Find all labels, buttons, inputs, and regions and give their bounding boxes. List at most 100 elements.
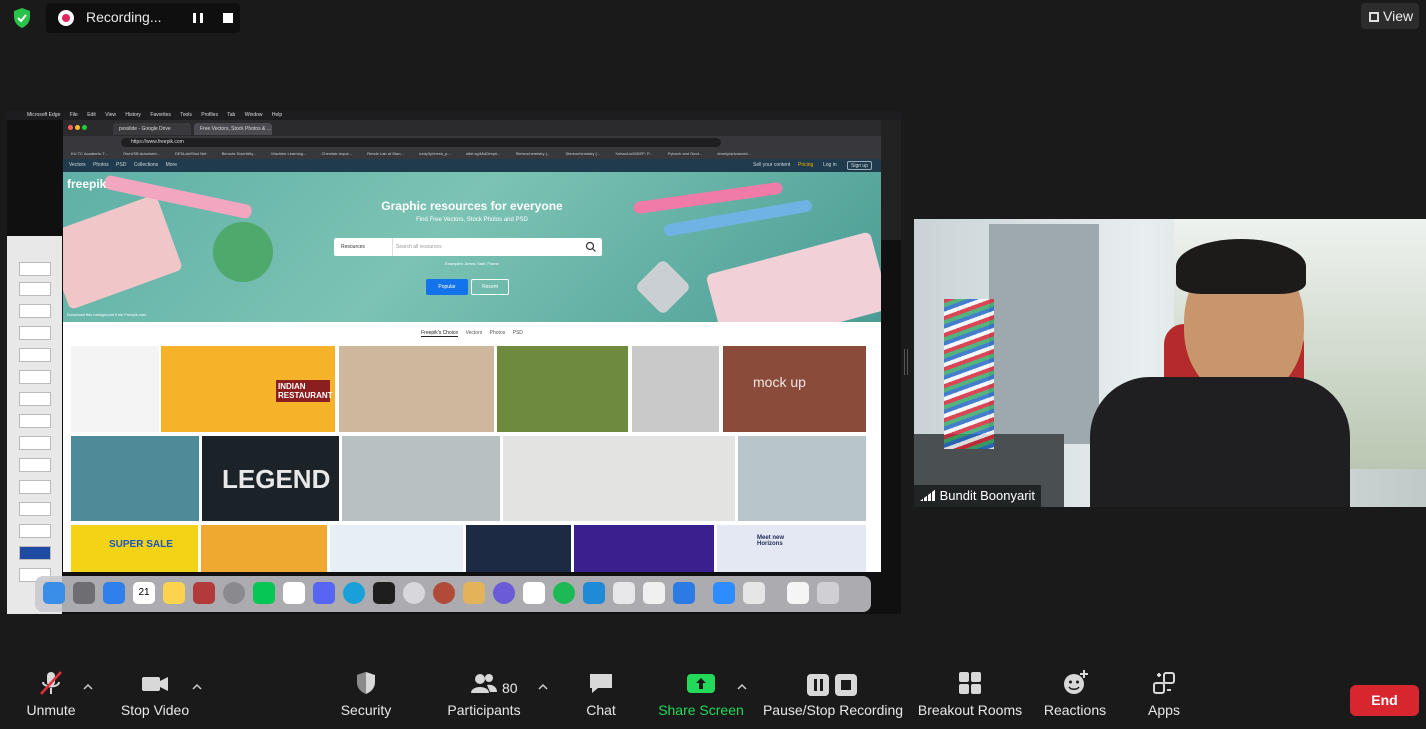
nav-psd[interactable]: PSD [116,162,126,168]
image-tile[interactable] [632,346,719,432]
apps-button[interactable]: Apps [1140,668,1188,718]
security-shield-icon[interactable] [10,6,34,30]
app-icon[interactable] [463,582,485,604]
image-tile[interactable] [574,525,714,572]
image-tile[interactable] [738,436,866,521]
recent-button[interactable]: Recent [471,279,509,295]
bookmark[interactable]: runty3y/mesh_p... [419,151,451,156]
slack-icon[interactable] [283,582,305,604]
image-tile[interactable] [466,525,571,572]
share-screen-button[interactable]: Share Screen [655,668,747,718]
calendar-icon[interactable]: 21 [133,582,155,604]
browser-tab[interactable]: pvsslide - Google Drive [113,123,191,135]
bookmark[interactable]: donnly/advanced... [717,151,751,156]
bookmark[interactable]: KU TC Academic T... [71,151,108,156]
bookmark[interactable]: Stereochemistry (... [516,151,551,156]
unmute-button[interactable]: Unmute [18,668,84,718]
image-tile[interactable]: INDIAN RESTAURANT [161,346,335,432]
image-tile[interactable]: Meet new Horizons [717,525,866,572]
vscode-icon[interactable] [523,582,545,604]
discord-icon[interactable] [313,582,335,604]
participants-options-chevron-icon[interactable] [537,682,549,692]
tab-photos[interactable]: Photos [490,330,506,336]
app-icon[interactable] [433,582,455,604]
nav-sell[interactable]: Sell your content [753,159,790,172]
browser-window[interactable]: pvsslide - Google Drive Free Vectors, St… [63,120,881,572]
resize-handle[interactable] [904,349,908,375]
share-options-chevron-icon[interactable] [736,682,748,692]
image-tile[interactable] [342,436,500,521]
image-tile[interactable]: mock up [723,346,866,432]
pause-stop-recording-button[interactable]: Pause/Stop Recording [762,668,904,718]
address-bar[interactable]: https://www.freepik.com [121,138,721,147]
nav-more[interactable]: More [166,162,177,168]
notes-icon[interactable] [163,582,185,604]
freepik-logo[interactable]: freepik [67,177,106,191]
view-button[interactable]: View [1361,3,1419,29]
image-tile[interactable] [497,346,628,432]
app-icon[interactable] [403,582,425,604]
search-category-select[interactable]: Resources [338,238,393,256]
maximize-window-icon[interactable] [82,125,87,130]
pause-recording-icon[interactable] [186,6,210,30]
image-tile[interactable] [201,525,327,572]
search-input[interactable]: Search all resources [396,238,581,256]
image-tile[interactable] [503,436,735,521]
finder-icon[interactable] [43,582,65,604]
dictionary-icon[interactable] [193,582,215,604]
bookmark[interactable]: XuhanLiu/MDEP: P... [615,151,652,156]
bookmark[interactable]: Rende Lab at Stan... [367,151,404,156]
minimize-window-icon[interactable] [75,125,80,130]
trash-icon[interactable] [817,582,839,604]
system-preferences-icon[interactable] [223,582,245,604]
image-tile[interactable] [330,525,463,572]
line-icon[interactable] [253,582,275,604]
launchpad-icon[interactable] [73,582,95,604]
video-options-chevron-icon[interactable] [191,682,203,692]
nav-collections[interactable]: Collections [134,162,158,168]
reactions-button[interactable]: Reactions [1043,668,1107,718]
stop-recording-icon[interactable] [216,6,240,30]
tab-psd[interactable]: PSD [513,330,523,336]
end-meeting-button[interactable]: End [1350,685,1419,716]
participant-video[interactable] [914,219,1426,507]
image-tile[interactable] [71,436,199,521]
screenshot-icon[interactable] [613,582,635,604]
hero-credit[interactable]: Download this background from Freepik.co… [67,312,146,317]
stop-video-button[interactable]: Stop Video [114,668,196,718]
nav-pricing[interactable]: Pricing [798,159,813,172]
nav-login[interactable]: Log in [823,159,837,172]
bookmark[interactable]: Berouts Scientifiq... [222,151,256,156]
mail-icon[interactable] [103,582,125,604]
audio-options-chevron-icon[interactable] [82,682,94,692]
image-tile[interactable] [71,346,159,432]
keynote-icon[interactable] [673,582,695,604]
close-window-icon[interactable] [68,125,73,130]
image-tile[interactable] [339,346,494,432]
app-icon[interactable] [493,582,515,604]
bookmark[interactable]: Pytorch and Geot... [668,151,702,156]
tab-vectors[interactable]: Vectors [466,330,483,336]
document-icon[interactable] [787,582,809,604]
terminal-icon[interactable] [373,582,395,604]
nav-photos[interactable]: Photos [93,162,109,168]
spotify-icon[interactable] [553,582,575,604]
bookmark[interactable]: Stereochemistry (... [565,151,600,156]
nav-signup[interactable]: Sign up [847,161,872,170]
edge-icon[interactable] [343,582,365,604]
bookmark[interactable]: OneUSB Autorised... [123,151,160,156]
bookmark[interactable]: DESLab/Stud Net [175,151,207,156]
microsoft-office-icon[interactable] [743,582,765,604]
popular-button[interactable]: Popular [426,279,468,295]
xcode-icon[interactable] [583,582,605,604]
image-tile[interactable]: LEGEND [202,436,339,521]
tab-freepiks-choice[interactable]: Freepik's Choice [421,330,459,337]
shared-screen[interactable]: Microsoft Edge File Edit View History Fa… [7,111,901,614]
bookmark[interactable]: Machine Learning... [271,151,306,156]
nav-vectors[interactable]: Vectors [69,162,86,168]
browser-tab-active[interactable]: Free Vectors, Stock Photos & ... [194,123,272,135]
breakout-rooms-button[interactable]: Breakout Rooms [916,668,1024,718]
chat-button[interactable]: Chat [576,668,626,718]
preview-icon[interactable] [643,582,665,604]
security-button[interactable]: Security [334,668,398,718]
